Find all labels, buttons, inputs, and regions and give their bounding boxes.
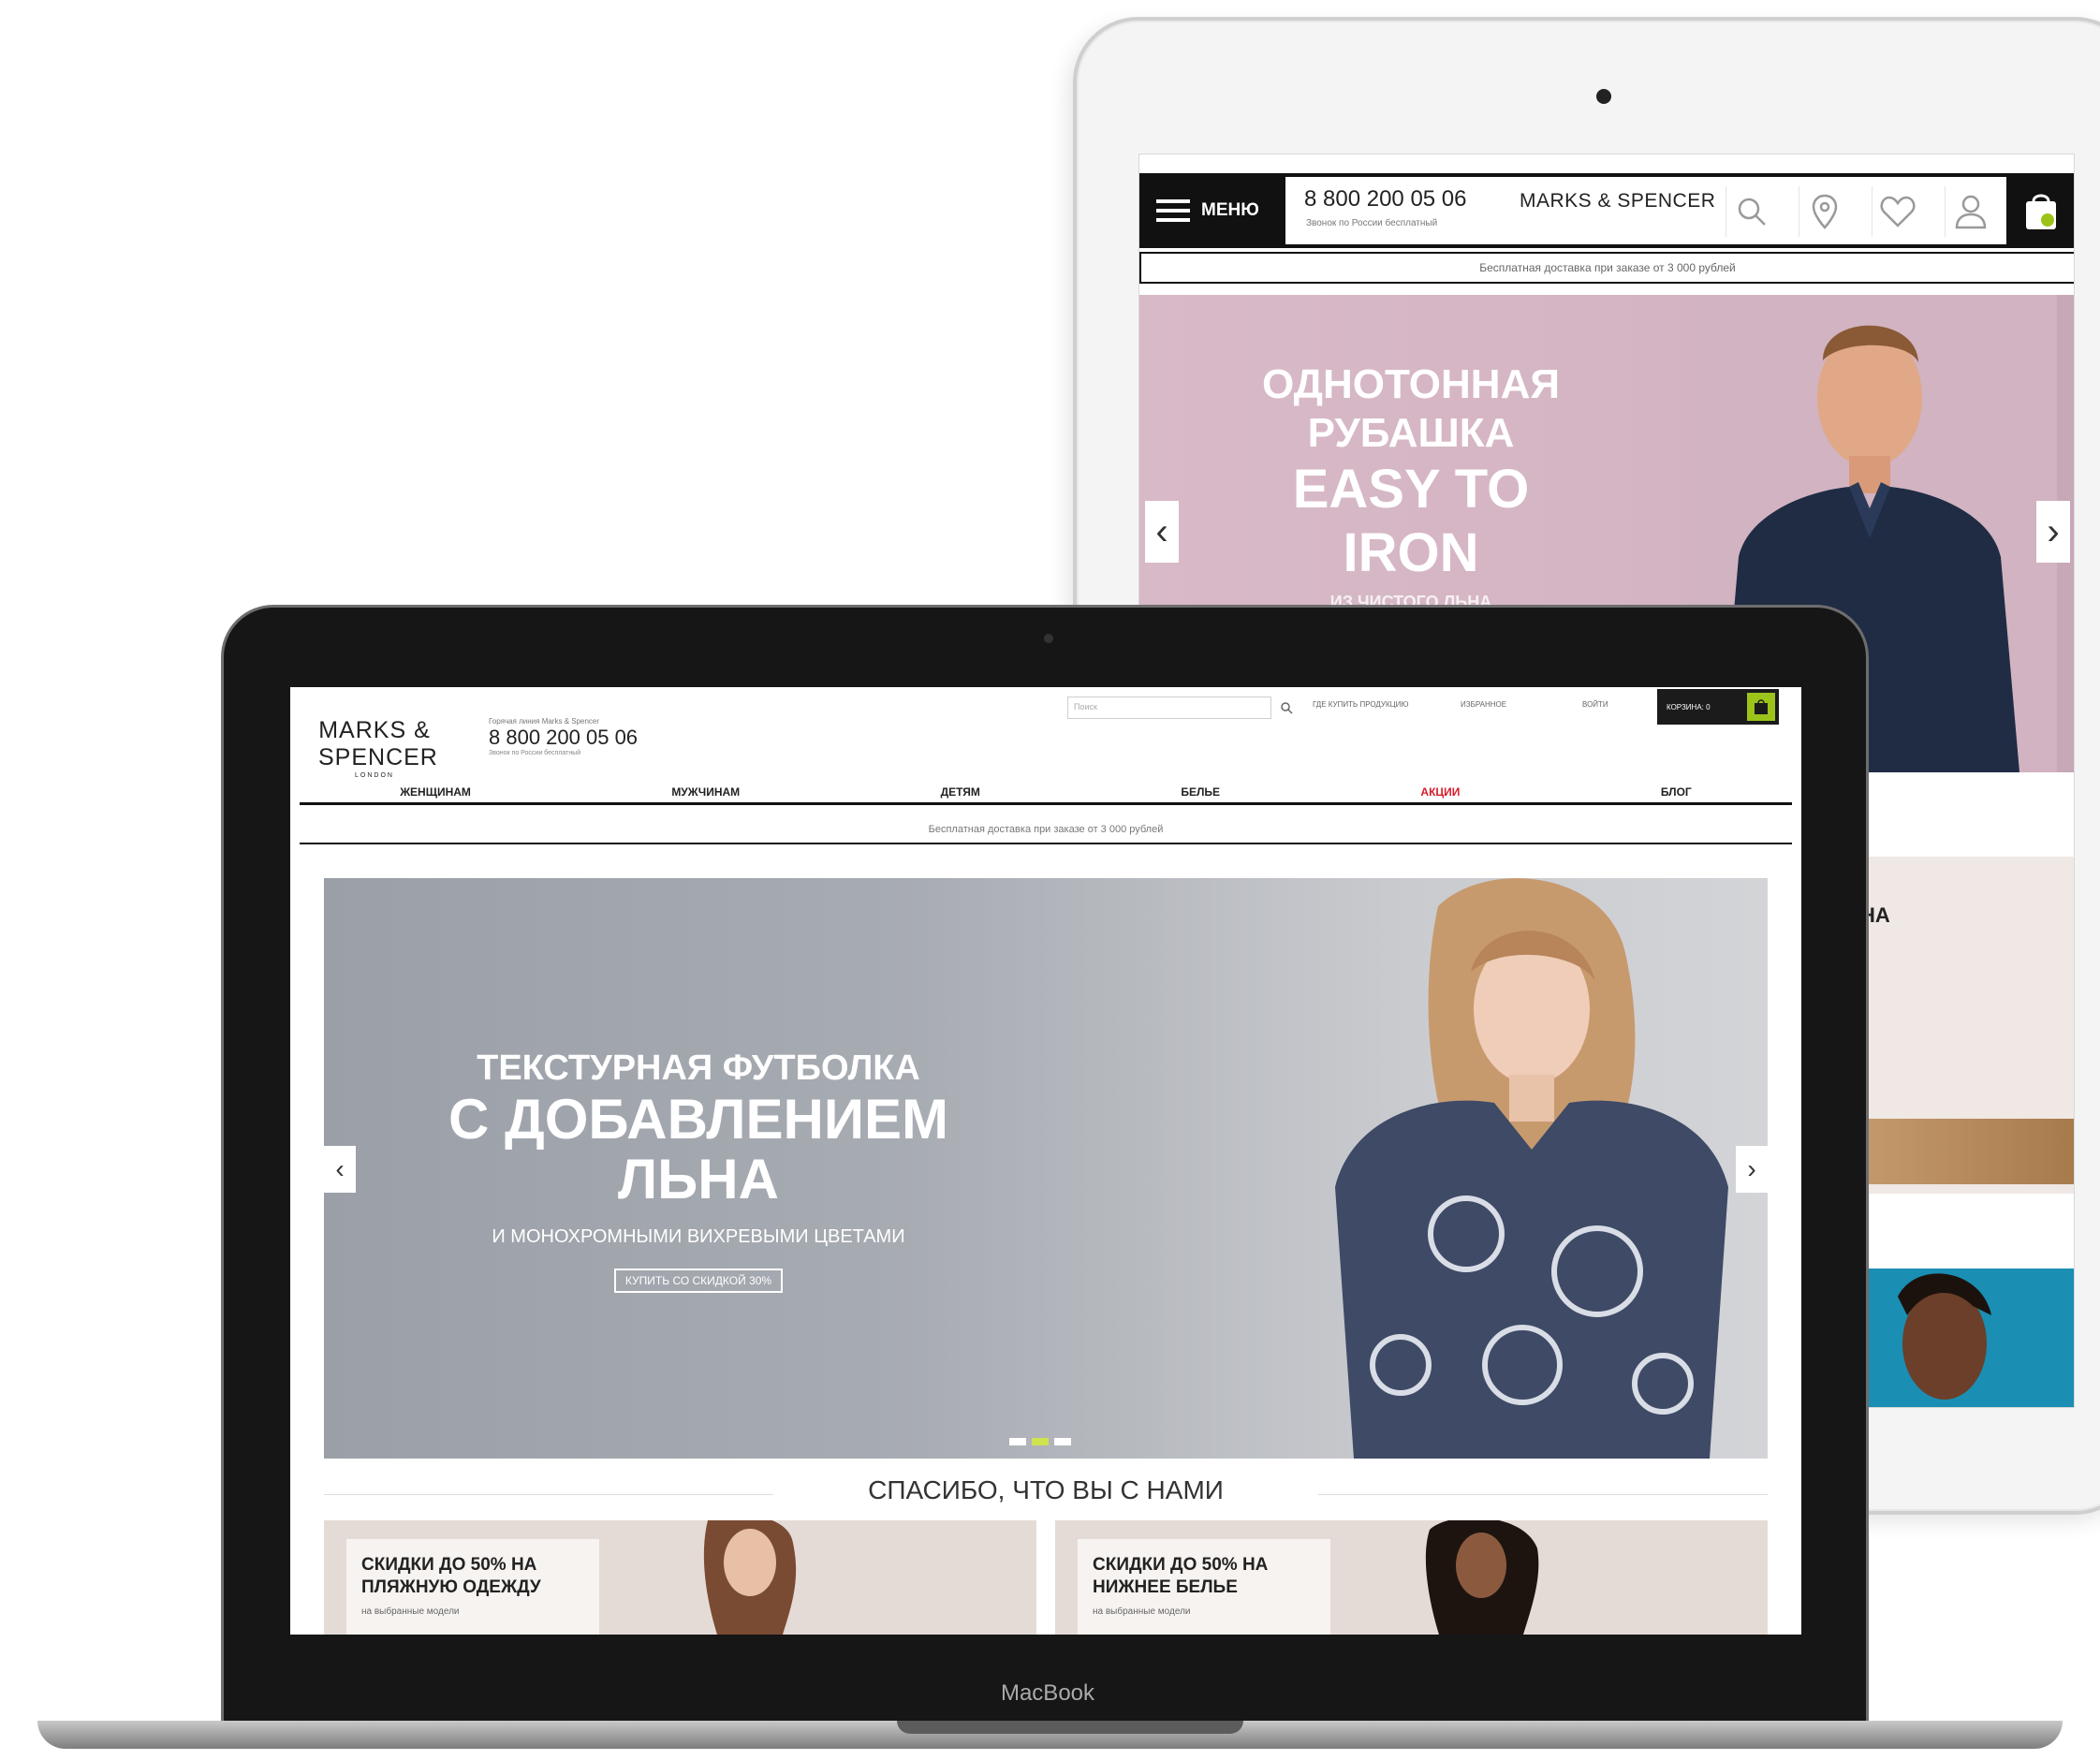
promo-card-sub: на выбранные модели (361, 1606, 460, 1617)
heart-icon[interactable] (1872, 186, 1922, 237)
nav-item-men[interactable]: МУЖЧИНАМ (671, 785, 740, 799)
ipad-tile-image (1860, 1119, 2074, 1184)
hero-prev-arrow[interactable]: ‹ (324, 1146, 356, 1193)
search-input[interactable]: Поиск (1067, 697, 1271, 719)
util-link-stores[interactable]: ГДЕ КУПИТЬ ПРОДУКЦИЮ (1313, 700, 1408, 709)
carousel-dot[interactable] (1009, 1438, 1026, 1445)
nav-item-kids[interactable]: ДЕТЯМ (941, 785, 980, 799)
device-mockup-stage: МЕНЮ 8 800 200 05 06 Звонок по России бе… (0, 0, 2100, 1760)
carousel-dot[interactable] (1054, 1438, 1071, 1445)
ipad-banner-line3: EASY TO (1292, 459, 1530, 520)
ipad-header-icons (1726, 186, 1995, 237)
macbook-base (37, 1721, 2063, 1749)
contact-caption: Горячая линия Marks & Spencer (489, 717, 600, 726)
ipad-promo-bar: Бесплатная доставка при заказе от 3 000 … (1139, 252, 2074, 284)
site-header: MARKS & SPENCER LONDON Горячая линия Mar… (290, 687, 1801, 790)
ipad-header-bar: 8 800 200 05 06 Звонок по России бесплат… (1285, 177, 2006, 244)
thanks-heading: СПАСИБО, ЧТО ВЫ С НАМИ (868, 1475, 1224, 1504)
search-icon[interactable] (1726, 186, 1776, 237)
macbook-label: MacBook (1000, 1680, 1095, 1706)
hero-next-arrow[interactable]: › (1736, 1146, 1768, 1193)
user-icon[interactable] (1945, 186, 1995, 237)
macbook-camera (1044, 634, 1053, 643)
cart-button[interactable]: КОРЗИНА: 0 (1657, 689, 1779, 725)
carousel-dots (1009, 1438, 1071, 1445)
ipad-cart-button[interactable] (2006, 173, 2074, 248)
hero-banner[interactable]: ТЕКСТУРНАЯ ФУТБОЛКА С ДОБАВЛЕНИЕМ ЛЬНА И… (324, 878, 1768, 1459)
ipad-phone-sub: Звонок по России бесплатный (1306, 218, 1438, 228)
logo-line2: SPENCER (318, 744, 438, 770)
util-link-login[interactable]: ВОЙТИ (1582, 700, 1608, 709)
hero-line1: ТЕКСТУРНАЯ ФУТБОЛКА (477, 1049, 920, 1088)
nav-item-lingerie[interactable]: БЕЛЬЕ (1181, 785, 1220, 799)
macbook-screen: MARKS & SPENCER LONDON Горячая линия Mar… (290, 687, 1801, 1635)
shopping-bag-icon (1747, 693, 1775, 721)
promo-card-lingerie[interactable]: СКИДКИ ДО 50% НА НИЖНЕЕ БЕЛЬЕ на выбранн… (1055, 1520, 1768, 1635)
ipad-prev-arrow[interactable]: ‹ (1145, 501, 1179, 563)
ipad-banner-line2: РУБАШКА (1307, 410, 1515, 456)
hero-cta-button[interactable]: КУПИТЬ СО СКИДКОЙ 30% (613, 1269, 784, 1293)
search-icon (1281, 702, 1293, 714)
ipad-phone[interactable]: 8 800 200 05 06 (1304, 186, 1467, 213)
macbook-notch (897, 1721, 1243, 1734)
lingerie-model-image (1425, 1520, 1539, 1635)
ipad-site-header: МЕНЮ 8 800 200 05 06 Звонок по России бе… (1139, 173, 2074, 248)
ipad-brand-logo[interactable]: MARKS & SPENCER (1520, 190, 1715, 213)
shopping-bag-icon (2026, 194, 2056, 229)
promo-card-box: СКИДКИ ДО 50% НА НИЖНЕЕ БЕЛЬЕ на выбранн… (1078, 1539, 1330, 1635)
hamburger-icon (1156, 199, 1190, 222)
logo-sub: LONDON (355, 772, 394, 779)
site-logo[interactable]: MARKS & SPENCER LONDON (318, 717, 438, 781)
search-button[interactable] (1275, 697, 1298, 719)
beachwear-model-image (703, 1520, 797, 1635)
nav-item-women[interactable]: ЖЕНЩИНАМ (400, 785, 471, 799)
location-pin-icon[interactable] (1799, 186, 1849, 237)
hero-text: ТЕКСТУРНАЯ ФУТБОЛКА С ДОБАВЛЕНИЕМ ЛЬНА И… (418, 1047, 979, 1293)
ipad-next-arrow[interactable]: › (2036, 501, 2070, 563)
hero-line3: ЛЬНА (618, 1148, 779, 1210)
female-model-image (1335, 878, 1728, 1459)
util-link-favorites[interactable]: ИЗБРАННОЕ (1461, 700, 1506, 709)
logo-line1: MARKS & (318, 717, 431, 743)
promo-card-beachwear[interactable]: СКИДКИ ДО 50% НА ПЛЯЖНУЮ ОДЕЖДУ на выбра… (324, 1520, 1036, 1635)
cart-label: КОРЗИНА: 0 (1667, 702, 1711, 711)
divider (1318, 1494, 1768, 1495)
female-model-image (1898, 1273, 1991, 1400)
ipad-banner-text: ОДНОТОННАЯ РУБАШКА EASY TO IRON ИЗ ЧИСТО… (1196, 360, 1626, 612)
carousel-dot-active[interactable] (1032, 1438, 1049, 1445)
hero-line4: И МОНОХРОМНЫМИ ВИХРЕВЫМИ ЦВЕТАМИ (492, 1226, 905, 1247)
contact-phone-sub: Звонок по России бесплатный (489, 750, 581, 756)
nav-item-blog[interactable]: БЛОГ (1661, 785, 1692, 799)
promo-bar: Бесплатная доставка при заказе от 3 000 … (300, 816, 1792, 844)
ipad-menu-label: МЕНЮ (1201, 200, 1259, 220)
promo-cards: СКИДКИ ДО 50% НА ПЛЯЖНУЮ ОДЕЖДУ на выбра… (324, 1520, 1768, 1635)
main-nav: ЖЕНЩИНАМ МУЖЧИНАМ ДЕТЯМ БЕЛЬЕ АКЦИИ БЛОГ (300, 781, 1792, 805)
hero-line2: С ДОБАВЛЕНИЕМ (448, 1088, 948, 1151)
promo-card-sub: на выбранные модели (1093, 1606, 1191, 1617)
ipad-banner-line1: ОДНОТОННАЯ (1262, 361, 1560, 407)
ipad-third-tile[interactable] (1860, 1269, 2074, 1407)
ipad-banner-line4: IRON (1343, 522, 1479, 583)
contact-block: Горячая линия Marks & Spencer 8 800 200 … (489, 717, 638, 756)
promo-card-box: СКИДКИ ДО 50% НА ПЛЯЖНУЮ ОДЕЖДУ на выбра… (346, 1539, 599, 1635)
nav-item-sale[interactable]: АКЦИИ (1420, 785, 1460, 799)
ipad-camera (1596, 89, 1611, 104)
ipad-menu-button[interactable]: МЕНЮ (1139, 173, 1280, 248)
promo-card-title: СКИДКИ ДО 50% НА ПЛЯЖНУЮ ОДЕЖДУ (361, 1555, 541, 1597)
promo-card-title: СКИДКИ ДО 50% НА НИЖНЕЕ БЕЛЬЕ (1093, 1555, 1269, 1597)
contact-phone[interactable]: 8 800 200 05 06 (489, 726, 638, 750)
